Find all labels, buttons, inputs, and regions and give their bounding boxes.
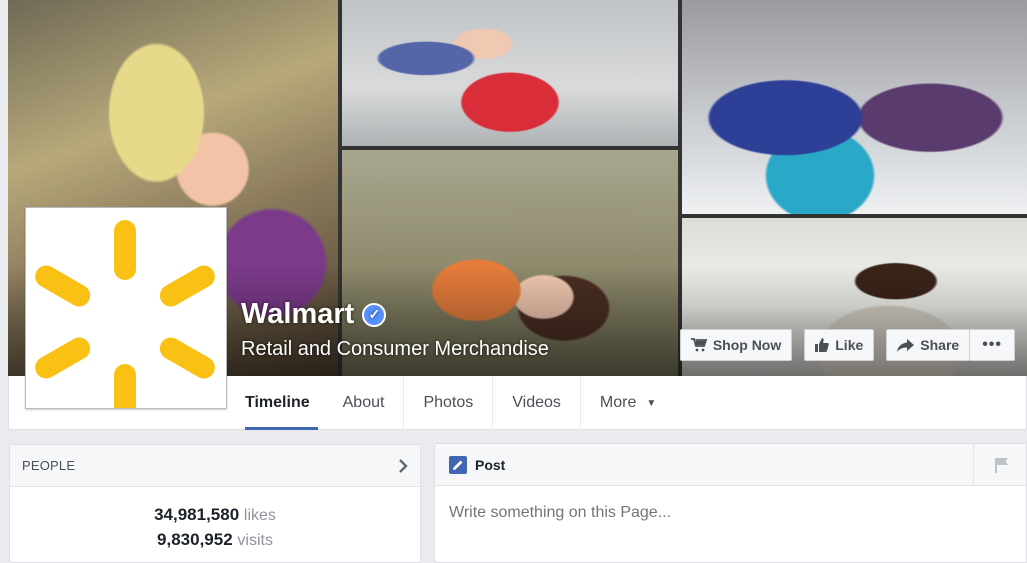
caret-down-icon: ▼ (646, 397, 657, 409)
profile-picture[interactable] (25, 207, 227, 424)
tab-timeline[interactable]: Timeline (237, 376, 324, 430)
tab-label: More (599, 394, 637, 411)
like-button[interactable]: Like (804, 329, 875, 361)
tab-videos[interactable]: Videos (493, 376, 581, 430)
cover-actions: Shop Now Like Share ••• (679, 329, 1015, 361)
flag-icon[interactable] (994, 457, 1010, 473)
page-category[interactable]: Retail and Consumer Merchandise (241, 338, 549, 361)
share-button[interactable]: Share (886, 329, 971, 361)
shop-now-button[interactable]: Shop Now (679, 329, 793, 361)
composer-divider (973, 444, 974, 486)
cover-photo-child-snowflakes (342, 0, 678, 146)
tab-label: Videos (512, 394, 561, 411)
thumbs-up-icon (815, 338, 829, 352)
people-stats: 34,981,580 likes 9,830,952 visits (10, 445, 420, 553)
pencil-icon (449, 455, 467, 474)
share-more-group: Share ••• (886, 329, 1015, 361)
tab-label: Timeline (245, 394, 310, 411)
facebook-page: Walmart ✓ Retail and Consumer Merchandis… (0, 0, 1027, 563)
verified-badge-icon: ✓ (362, 302, 387, 327)
people-panel: PEOPLE 34,981,580 likes 9,830,952 visits (9, 444, 421, 563)
tab-about[interactable]: About (324, 376, 405, 430)
post-text-input[interactable] (449, 504, 969, 522)
share-arrow-icon (897, 338, 915, 352)
tab-photos[interactable]: Photos (404, 376, 494, 430)
composer-header: Post (435, 444, 1026, 486)
tab-label: Photos (423, 394, 474, 411)
likes-label[interactable]: likes (244, 507, 276, 524)
likes-count: 34,981,580 (154, 505, 240, 524)
more-options-dots: ••• (982, 336, 1002, 353)
more-options-button[interactable]: ••• (969, 329, 1015, 361)
composer-post-tab[interactable]: Post (475, 457, 505, 473)
likes-stat: 34,981,580 likes (10, 503, 420, 528)
shop-now-label: Shop Now (712, 337, 782, 353)
tab-list: Timeline About Photos Videos More ▼ (237, 376, 675, 430)
walmart-spark-logo (35, 220, 215, 424)
post-composer: Post (434, 443, 1027, 563)
like-label: Like (835, 337, 864, 353)
visits-count: 9,830,952 (157, 530, 233, 549)
visits-label[interactable]: visits (237, 532, 273, 549)
share-label: Share (920, 337, 960, 353)
cover-photo-kids-sled (682, 0, 1027, 214)
visits-stat: 9,830,952 visits (10, 528, 420, 553)
page-title[interactable]: Walmart (241, 298, 354, 331)
cart-icon (690, 338, 707, 352)
tab-label: About (342, 394, 385, 411)
page-title-row: Walmart ✓ (241, 298, 387, 331)
tab-more[interactable]: More ▼ (581, 376, 675, 430)
